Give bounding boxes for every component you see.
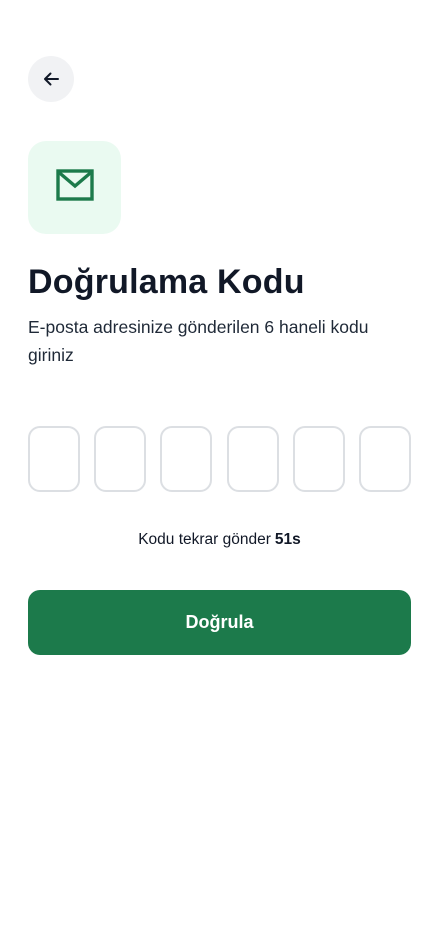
otp-input-group — [28, 426, 411, 492]
mail-icon — [55, 169, 94, 206]
verify-button[interactable]: Doğrula — [28, 590, 411, 655]
resend-timer: 51s — [274, 531, 301, 548]
page-subtitle: E-posta adresinize gönderilen 6 haneli k… — [28, 317, 369, 365]
otp-digit-6[interactable] — [358, 426, 411, 492]
resend-code-row: Kodu tekrar gönder 51s — [0, 529, 439, 551]
otp-digit-3[interactable] — [160, 426, 213, 492]
otp-digit-2[interactable] — [94, 426, 147, 492]
otp-digit-4[interactable] — [226, 426, 279, 492]
mail-icon-tile — [28, 141, 121, 234]
otp-digit-1[interactable] — [28, 426, 80, 492]
otp-digit-5[interactable] — [292, 426, 345, 492]
arrow-left-icon — [41, 69, 61, 89]
back-button[interactable] — [28, 56, 74, 102]
resend-code-label: Kodu tekrar gönder — [138, 531, 271, 548]
page-title: Doğrulama Kodu — [28, 263, 305, 301]
